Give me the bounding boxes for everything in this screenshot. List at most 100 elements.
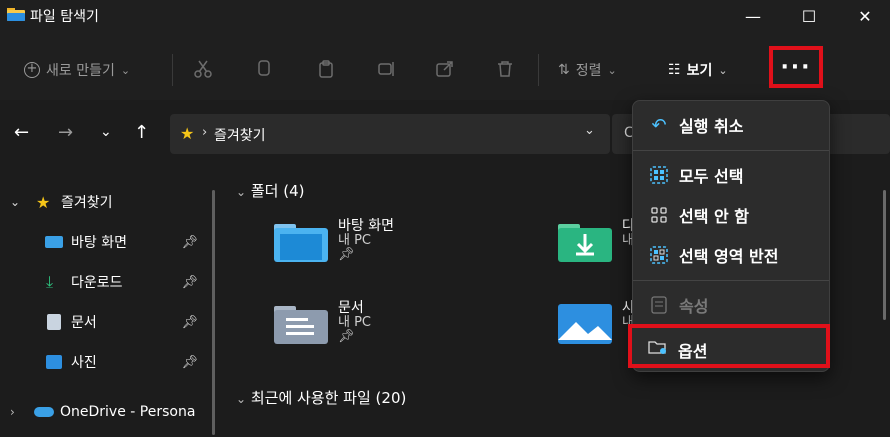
undo-icon: ↶ <box>651 114 667 136</box>
menu-item-invert-selection[interactable]: 선택 영역 반전 <box>633 235 829 275</box>
sidebar-item-label: 바탕 화면 <box>71 235 127 251</box>
recent-group-label: 최근에 사용한 파일 (20) <box>250 389 407 407</box>
sidebar-item-favorites[interactable]: ⌄ ★ 즐겨찾기 <box>0 182 210 222</box>
pin-icon: 📌︎ <box>181 274 198 290</box>
sort-button[interactable]: ⇅ 정렬 ⌄ <box>558 58 617 82</box>
new-button-label: 새로 만들기 <box>46 63 115 79</box>
menu-item-label: 속성 <box>679 297 709 316</box>
maximize-button[interactable]: ☐ <box>786 0 832 32</box>
sidebar-item-label: 다운로드 <box>71 275 123 291</box>
chevron-right-icon[interactable]: › <box>10 405 15 419</box>
menu-item-undo[interactable]: ↶ 실행 취소 <box>633 105 829 145</box>
menu-item-label: 선택 안 함 <box>679 207 750 226</box>
folder-tile-documents[interactable]: 문서 내 PC 📌︎ <box>274 300 371 346</box>
select-none-icon <box>649 205 669 225</box>
chevron-down-icon: ⌄ <box>718 63 728 77</box>
more-options-icon: ··· <box>780 54 812 80</box>
breadcrumb-favorites[interactable]: 즐겨찾기 <box>214 125 266 145</box>
star-icon: ★ <box>36 192 51 212</box>
menu-separator <box>633 150 829 151</box>
share-icon[interactable] <box>436 60 454 78</box>
documents-folder-icon <box>274 306 328 344</box>
pin-icon: 📌︎ <box>181 354 198 370</box>
invert-selection-icon <box>649 245 669 265</box>
downloads-folder-icon <box>558 224 612 262</box>
desktop-icon <box>45 236 63 248</box>
address-dropdown-icon[interactable]: ⌄ <box>584 123 595 138</box>
folders-group-label: 폴더 (4) <box>250 182 305 200</box>
sidebar-item-downloads[interactable]: ⤓ 다운로드 📌︎ <box>0 262 210 302</box>
new-button[interactable]: + 새로 만들기 ⌄ <box>24 58 130 82</box>
folder-tile-desktop[interactable]: 바탕 화면 내 PC 📌︎ <box>274 218 394 264</box>
properties-icon <box>649 295 669 315</box>
chevron-down-icon: ⌄ <box>607 63 617 77</box>
breadcrumb-chevron-icon: › <box>202 125 208 140</box>
close-button[interactable]: ✕ <box>842 0 888 32</box>
pictures-folder-icon <box>558 304 612 344</box>
pin-icon: 📌︎ <box>181 314 198 330</box>
menu-item-label: 선택 영역 반전 <box>679 247 779 266</box>
pictures-icon <box>46 355 62 369</box>
pin-icon: 📌︎ <box>338 247 355 262</box>
sort-label: 정렬 <box>575 63 602 79</box>
delete-icon[interactable] <box>496 60 514 78</box>
address-bar[interactable]: ★ › 즐겨찾기 ⌄ <box>170 114 610 154</box>
copy-icon[interactable] <box>256 60 272 78</box>
cloud-icon <box>34 407 54 417</box>
chevron-down-icon: ⌄ <box>236 392 247 406</box>
cut-icon[interactable] <box>194 60 212 78</box>
folder-tile-pictures[interactable]: 사 내 <box>558 300 635 346</box>
recent-locations-button[interactable]: ⌄ <box>100 124 112 140</box>
desktop-folder-icon <box>274 224 328 262</box>
chevron-down-icon[interactable]: ⌄ <box>10 195 20 209</box>
up-button[interactable]: ↑ <box>134 122 149 143</box>
menu-item-select-none[interactable]: 선택 안 함 <box>633 195 829 235</box>
window-title: 파일 탐색기 <box>30 9 99 25</box>
sidebar-item-desktop[interactable]: 바탕 화면 📌︎ <box>0 222 210 262</box>
recent-group-header[interactable]: ⌄ 최근에 사용한 파일 (20) <box>236 387 406 408</box>
menu-item-options[interactable]: 옵션 <box>628 324 830 368</box>
sidebar-item-label: 사진 <box>71 355 97 371</box>
content-scrollbar[interactable] <box>883 190 886 320</box>
chevron-down-icon: ⌄ <box>120 63 131 77</box>
menu-separator <box>633 280 829 281</box>
sidebar-item-label: OneDrive - Persona <box>60 404 196 420</box>
sort-icon: ⇅ <box>558 62 570 78</box>
folders-group-header[interactable]: ⌄ 폴더 (4) <box>236 180 304 201</box>
menu-item-label: 모두 선택 <box>679 167 744 186</box>
view-icon: ☷ <box>668 62 681 78</box>
download-icon: ⤓ <box>46 272 54 291</box>
menu-item-label: 실행 취소 <box>679 117 744 136</box>
folder-name: 바탕 화면 <box>338 218 394 234</box>
pin-icon: 📌︎ <box>338 329 355 344</box>
toolbar-separator <box>172 54 173 86</box>
minimize-button[interactable]: — <box>730 0 776 32</box>
sidebar-item-pictures[interactable]: 사진 📌︎ <box>0 342 210 382</box>
folder-icon <box>7 8 25 21</box>
folder-location: 내 PC <box>338 315 372 330</box>
select-all-icon <box>649 165 669 185</box>
see-more-button[interactable]: ··· <box>769 46 823 88</box>
menu-item-select-all[interactable]: 모두 선택 <box>633 155 829 195</box>
folder-name: 문서 <box>338 300 364 316</box>
view-button[interactable]: ☷ 보기 ⌄ <box>668 58 728 82</box>
sidebar-item-onedrive[interactable]: › OneDrive - Persona <box>0 392 210 432</box>
toolbar-separator <box>538 54 539 86</box>
rename-icon[interactable] <box>378 60 396 78</box>
sidebar-item-label: 문서 <box>71 315 97 331</box>
chevron-down-icon: ⌄ <box>236 185 247 199</box>
folder-options-icon <box>648 338 668 360</box>
folder-location: 내 PC <box>338 233 372 248</box>
plus-circle-icon: + <box>24 62 40 78</box>
pin-icon: 📌︎ <box>181 234 198 250</box>
sidebar-item-documents[interactable]: 문서 📌︎ <box>0 302 210 342</box>
menu-item-properties[interactable]: 속성 <box>633 285 829 325</box>
sidebar-item-label: 즐겨찾기 <box>61 195 113 211</box>
folder-tile-downloads[interactable]: 다 내 <box>558 218 635 264</box>
paste-icon[interactable] <box>318 60 334 78</box>
back-button[interactable]: ← <box>14 122 29 143</box>
sidebar-scrollbar[interactable] <box>212 190 215 435</box>
document-icon <box>47 314 61 330</box>
forward-button[interactable]: → <box>58 122 73 143</box>
view-label: 보기 <box>686 63 713 79</box>
